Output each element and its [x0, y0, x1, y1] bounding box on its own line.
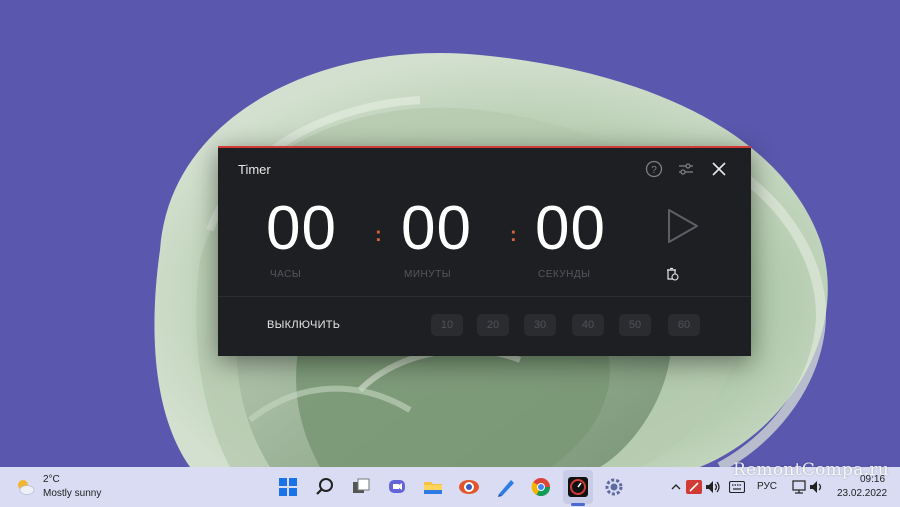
search-icon[interactable] [313, 475, 337, 499]
active-app-indicator [571, 503, 585, 506]
preset-button[interactable]: 20 [477, 314, 509, 336]
weather-sun-cloud-icon[interactable] [14, 476, 36, 498]
watermark: RemontCompa.ru [733, 460, 890, 480]
weather-description[interactable]: Mostly sunny [43, 488, 101, 499]
separator: : [375, 224, 382, 246]
timer-reset-icon[interactable] [665, 266, 679, 281]
file-explorer-icon[interactable] [421, 475, 445, 499]
start-icon[interactable] [276, 475, 300, 499]
input-language[interactable]: РУС [757, 481, 777, 492]
volume-icon[interactable] [705, 479, 721, 495]
tray-app-icon[interactable] [686, 479, 702, 495]
minutes-value[interactable]: 00 [401, 198, 472, 260]
app-icon[interactable] [457, 475, 481, 499]
preset-button[interactable]: 10 [431, 314, 463, 336]
sliders-icon[interactable] [675, 158, 697, 180]
window-title: Timer [238, 162, 271, 177]
preset-button[interactable]: 50 [619, 314, 651, 336]
seconds-value[interactable]: 00 [535, 198, 606, 260]
clock-date[interactable]: 23.02.2022 [837, 488, 887, 499]
chat-icon[interactable] [385, 475, 409, 499]
divider [218, 296, 751, 297]
minutes-label: МИНУТЫ [404, 269, 452, 280]
preset-button[interactable]: 30 [524, 314, 556, 336]
seconds-label: СЕКУНДЫ [538, 269, 591, 280]
pen-icon[interactable] [494, 475, 518, 499]
close-icon[interactable] [708, 158, 730, 180]
settings-icon[interactable] [602, 475, 626, 499]
chrome-icon[interactable] [529, 475, 553, 499]
task-view-icon[interactable] [349, 475, 373, 499]
preset-button[interactable]: 40 [572, 314, 604, 336]
timer-app-icon[interactable] [566, 475, 590, 499]
timer-window: Timer ? 00 : 00 : 00 ЧАСЫ МИНУТЫ СЕКУНДЫ… [218, 146, 751, 356]
weather-temperature[interactable]: 2°C [43, 474, 60, 485]
shutdown-label: ВЫКЛЮЧИТЬ [267, 319, 341, 331]
speaker-icon[interactable] [809, 479, 825, 495]
play-icon[interactable] [662, 206, 702, 246]
svg-text:?: ? [651, 165, 657, 176]
hours-label: ЧАСЫ [270, 269, 302, 280]
hours-value[interactable]: 00 [266, 198, 337, 260]
separator: : [510, 224, 517, 246]
network-icon[interactable] [791, 479, 807, 495]
help-icon[interactable]: ? [643, 158, 665, 180]
chevron-up-icon[interactable] [668, 479, 684, 495]
keyboard-icon[interactable] [729, 479, 745, 495]
preset-button[interactable]: 60 [668, 314, 700, 336]
